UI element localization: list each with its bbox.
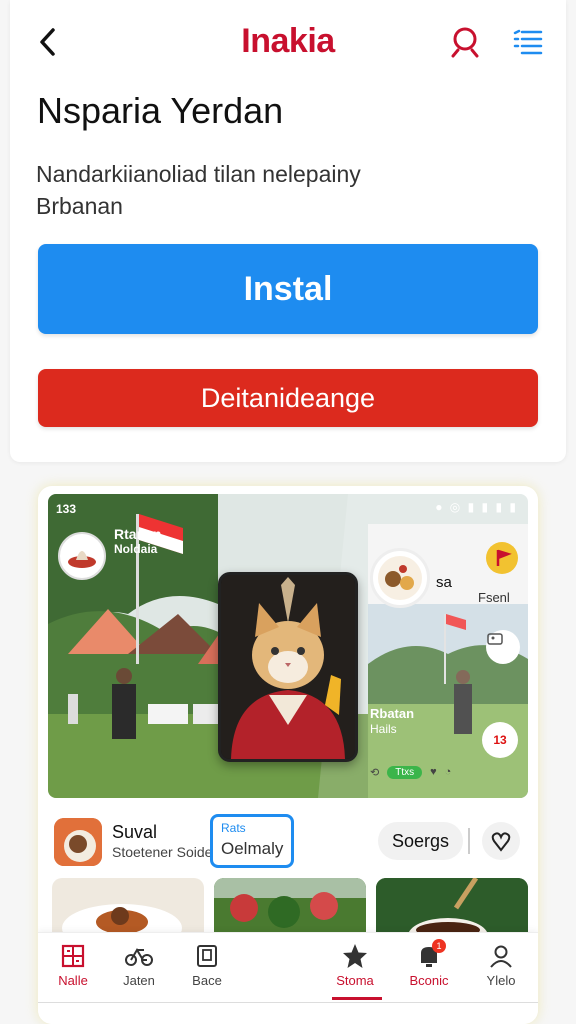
back-button[interactable] (34, 24, 62, 60)
app-listing-card: Inakia Nsparia Yerdan Nandarkiianoliad t… (10, 0, 566, 462)
nav-item-device[interactable]: Bace (172, 941, 242, 999)
notification-badge: 1 (432, 939, 446, 953)
count-badge[interactable]: 13 (482, 722, 518, 758)
hero-screenshot[interactable]: 133 ● ◎ ▮ ▮ ▮ ▮ Rtanan Noldaia sa Fsenl … (48, 494, 528, 798)
cat-character-image (221, 575, 355, 759)
hero-chip-title: Rtanan (114, 526, 162, 542)
tea-cup-image (376, 878, 528, 938)
avatar[interactable] (58, 532, 106, 580)
device-icon (197, 945, 217, 967)
search-icon (451, 27, 479, 58)
screenshot-preview-card[interactable]: 133 ● ◎ ▮ ▮ ▮ ▮ Rtanan Noldaia sa Fsenl … (38, 486, 538, 1024)
nav-label: Stoma (336, 973, 374, 988)
search-button[interactable] (450, 24, 482, 60)
footer-peek (38, 1002, 538, 1024)
secondary-action-button[interactable]: Deitanideange (38, 369, 538, 427)
like-button[interactable] (482, 822, 520, 860)
flag-icon (496, 549, 512, 566)
nav-label: Bace (192, 973, 222, 988)
menu-button[interactable] (512, 26, 544, 58)
food-plate-thumb[interactable] (370, 548, 430, 608)
subtitle-line-1: Nandarkiianoliad tilan nelepainy (36, 161, 361, 187)
rating-label: Rats (221, 821, 246, 835)
list-menu-icon (513, 29, 543, 55)
active-tab-indicator (332, 997, 382, 1000)
panel-label: sa (436, 574, 452, 591)
nav-item-profile[interactable]: Ylelo (466, 941, 536, 999)
brand-title: Inakia (241, 22, 335, 60)
app-bar: Inakia (10, 0, 566, 84)
food-icon (378, 556, 422, 600)
inner-pill[interactable]: Ttxs (387, 765, 423, 779)
app-subtitle: Nandarkiianoliad tilan nelepainy Brbanan (36, 158, 456, 222)
phone-mockup (218, 572, 358, 762)
image-icon (487, 633, 503, 645)
share-icon[interactable]: ⟲ (370, 766, 379, 779)
hero-chip-sub: Noldaia (114, 542, 158, 556)
flag-badge[interactable] (486, 542, 518, 574)
content-thumbnail[interactable] (376, 878, 528, 938)
heart-outline-icon (491, 832, 511, 852)
status-time: 133 (56, 502, 77, 516)
app-thumbnail[interactable] (54, 818, 102, 866)
garden-image (214, 878, 366, 928)
bottom-navigation: Nalle Jaten Bace Stoma 1 Bconic Ylelo (38, 932, 538, 1002)
inner-caption-sub: Hails (370, 722, 397, 736)
inner-action-bar: ⟲ Ttxs ♥ ◔ (370, 762, 520, 782)
star-icon (343, 944, 367, 968)
gallery-badge[interactable] (486, 630, 520, 664)
bicycle-icon (125, 948, 153, 966)
nav-item-ride[interactable]: Jaten (104, 941, 174, 999)
nav-label: Jaten (123, 973, 155, 988)
chevron-left-icon (40, 28, 55, 56)
nav-item-star[interactable]: Stoma (320, 941, 390, 999)
home-grid-icon (61, 944, 85, 968)
install-button[interactable]: Instal (38, 244, 538, 334)
app-title: Nsparia Yerdan (37, 90, 284, 131)
panel-sublabel: Fsenl (478, 590, 510, 605)
nav-label: Bconic (409, 973, 449, 988)
app-name: Suval (112, 822, 158, 842)
dish-icon (68, 551, 96, 568)
divider (468, 828, 470, 854)
food-plate-image (62, 904, 182, 938)
app-subtitle: Stoetener Soide (112, 844, 213, 860)
content-thumbnail[interactable] (214, 878, 366, 938)
heart-icon[interactable]: ♥ (430, 766, 437, 778)
rating-box[interactable]: Rats Oelmaly (210, 814, 294, 868)
nav-label: Nalle (58, 973, 88, 988)
rating-value: Oelmaly (221, 839, 284, 858)
comment-icon[interactable]: ◔ (445, 766, 452, 778)
bowl-icon (54, 818, 102, 866)
profile-icon (490, 945, 512, 968)
subtitle-line-2: Brbanan (36, 193, 123, 219)
nav-item-notifications[interactable]: 1 Bconic (394, 939, 464, 999)
app-info-row: Suval Stoetener Soide Rats Oelmaly Soerg… (38, 806, 538, 870)
content-thumbnail[interactable] (52, 878, 204, 938)
save-chip[interactable]: Soergs (378, 822, 464, 860)
inner-caption-title: Rbatan (370, 706, 415, 721)
nav-item-home[interactable]: Nalle (38, 941, 108, 999)
nav-label: Ylelo (486, 973, 516, 988)
status-icons: ● ◎ ▮ ▮ ▮ ▮ (435, 500, 518, 514)
